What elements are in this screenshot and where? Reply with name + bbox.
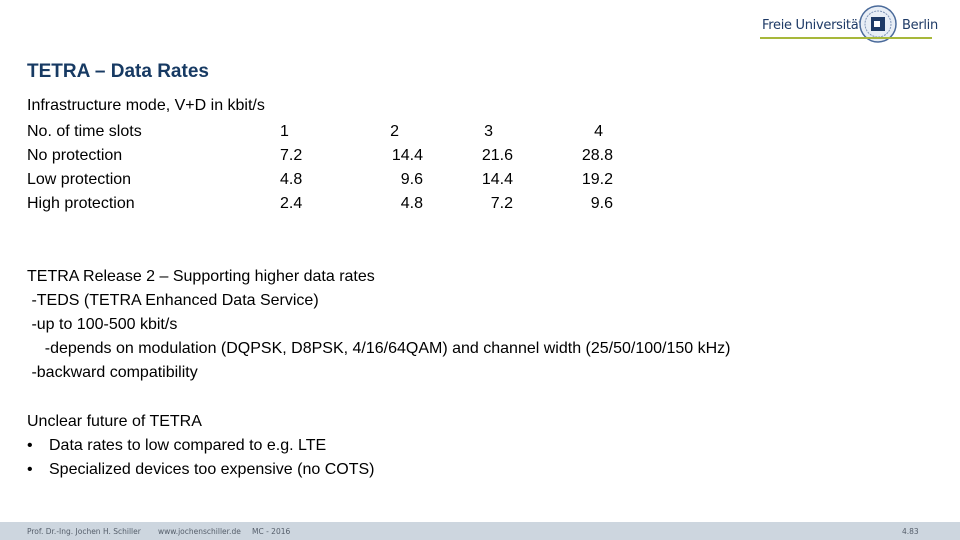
bullet-dot-icon: •: [27, 461, 33, 478]
table-cell: 7.2: [280, 147, 303, 164]
table-cell: 28.8: [581, 147, 613, 164]
row-label: No protection: [27, 147, 123, 164]
bullet-text: Specialized devices too expensive (no CO…: [49, 461, 375, 478]
table-cell: 4.8: [280, 171, 303, 188]
table-row: Low protection 4.8 9.6 14.4 19.2: [25, 168, 613, 192]
table-caption: Infrastructure mode, V+D in kbit/s: [27, 97, 265, 114]
table-cell: 14.4: [481, 171, 513, 188]
logo-text-left: Freie Universität: [762, 18, 864, 33]
footer-website[interactable]: www.jochenschiller.de: [158, 527, 241, 536]
header-cell: 1: [280, 123, 289, 140]
table-cell: 14.4: [391, 147, 423, 164]
logo-underline: [760, 37, 932, 39]
future-section: Unclear future of TETRA • Data rates to l…: [27, 410, 375, 482]
table-row: No protection 7.2 14.4 21.6 28.8: [25, 144, 613, 168]
table-header-row: No. of time slots 1 2 3 4: [25, 120, 613, 144]
header-cell: 4: [594, 123, 603, 140]
header-label: No. of time slots: [27, 123, 142, 140]
release2-heading: TETRA Release 2 – Supporting higher data…: [27, 268, 375, 285]
bullet-text: Data rates to low compared to e.g. LTE: [49, 437, 327, 454]
footer-author: Prof. Dr.-Ing. Jochen H. Schiller: [27, 527, 141, 536]
table-cell: 7.2: [490, 195, 513, 212]
bullet-item: • Specialized devices too expensive (no C…: [27, 458, 375, 482]
slide-title: TETRA – Data Rates: [27, 61, 209, 82]
header-cell: 2: [390, 123, 399, 140]
footer-bar: Prof. Dr.-Ing. Jochen H. Schiller www.jo…: [0, 522, 960, 540]
table-cell: 9.6: [400, 171, 423, 188]
logo-text-right: Berlin: [902, 18, 938, 33]
row-label: High protection: [27, 195, 135, 212]
table-cell: 2.4: [280, 195, 303, 212]
data-rates-table: No. of time slots 1 2 3 4 No protection …: [25, 120, 613, 216]
table-cell: 4.8: [400, 195, 423, 212]
university-logo: Freie Universität Berlin: [760, 4, 938, 43]
table-cell: 21.6: [481, 147, 513, 164]
future-heading: Unclear future of TETRA: [27, 413, 202, 430]
release2-line: -TEDS (TETRA Enhanced Data Service): [27, 292, 319, 309]
release2-section: TETRA Release 2 – Supporting higher data…: [27, 265, 731, 385]
footer-course: MC - 2016: [252, 527, 291, 536]
bullet-dot-icon: •: [27, 437, 33, 454]
table-cell: 19.2: [581, 171, 613, 188]
release2-line: -depends on modulation (DQPSK, D8PSK, 4/…: [27, 340, 731, 357]
bullet-item: • Data rates to low compared to e.g. LTE: [27, 434, 375, 458]
table-cell: 9.6: [590, 195, 613, 212]
row-label: Low protection: [27, 171, 132, 188]
release2-line: -up to 100-500 kbit/s: [27, 316, 178, 333]
table-row: High protection 2.4 4.8 7.2 9.6: [25, 192, 613, 216]
header-cell: 3: [484, 123, 493, 140]
release2-line: -backward compatibility: [27, 364, 198, 381]
footer-page-number: 4.83: [902, 527, 919, 536]
